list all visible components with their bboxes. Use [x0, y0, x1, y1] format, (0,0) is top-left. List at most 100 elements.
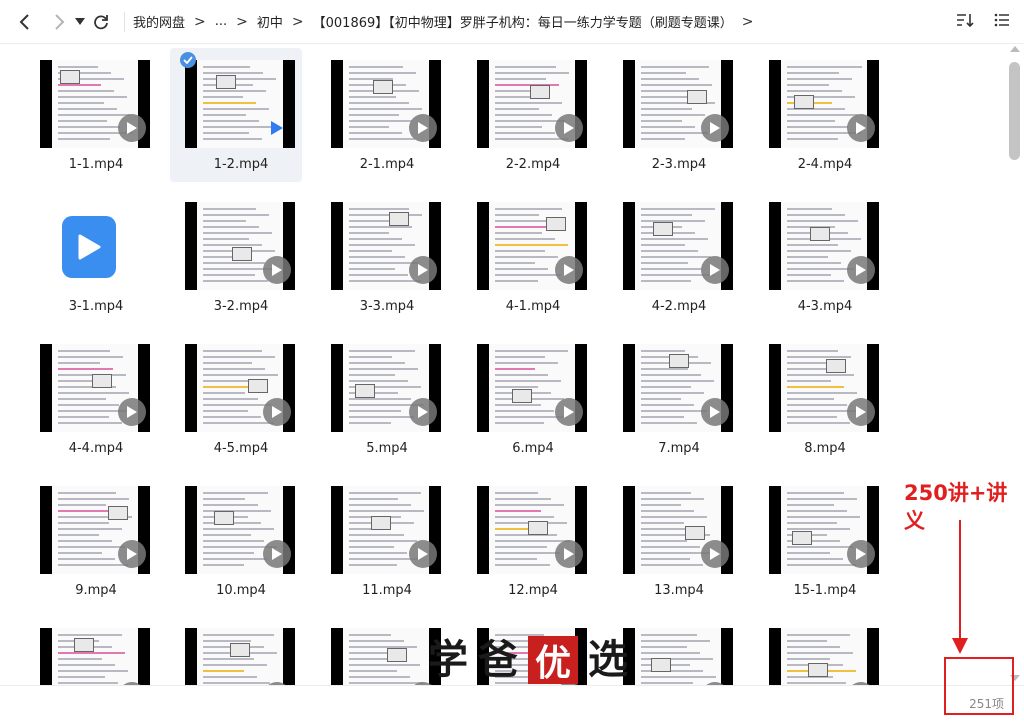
video-thumbnail: [769, 202, 879, 290]
file-tile[interactable]: 9.mp4: [25, 474, 157, 608]
video-thumbnail: [185, 202, 295, 290]
selected-check-icon[interactable]: [180, 52, 196, 68]
history-dropdown-button[interactable]: [72, 7, 88, 37]
play-button[interactable]: [555, 256, 583, 284]
video-thumbnail: [623, 344, 733, 432]
file-tile[interactable]: 13.mp4: [608, 474, 740, 608]
file-tile[interactable]: 3-2.mp4: [170, 190, 302, 324]
breadcrumb-item-junior[interactable]: 初中: [257, 12, 283, 31]
play-button[interactable]: [263, 256, 291, 284]
play-button[interactable]: [555, 398, 583, 426]
thumbnail-frame: [52, 628, 138, 685]
file-tile[interactable]: [25, 616, 157, 685]
play-button[interactable]: [409, 114, 437, 142]
list-view-icon: [994, 13, 1009, 27]
play-button[interactable]: [409, 256, 437, 284]
file-name: 1-1.mp4: [68, 157, 124, 172]
play-button[interactable]: [263, 114, 291, 142]
caret-down-icon: [75, 17, 85, 25]
sort-button[interactable]: [956, 12, 974, 32]
play-icon: [564, 122, 574, 134]
breadcrumb-separator: >: [291, 13, 304, 30]
play-button[interactable]: [555, 540, 583, 568]
play-button[interactable]: [118, 540, 146, 568]
file-tile[interactable]: 4-2.mp4: [608, 190, 740, 324]
file-name: 3-1.mp4: [68, 299, 124, 314]
file-tile[interactable]: [170, 616, 302, 685]
vertical-scrollbar[interactable]: [1005, 44, 1024, 685]
video-thumbnail: [477, 60, 587, 148]
breadcrumb-item-root[interactable]: 我的网盘: [133, 12, 185, 31]
play-button[interactable]: [847, 256, 875, 284]
file-tile[interactable]: 4-4.mp4: [25, 332, 157, 466]
file-tile[interactable]: 10.mp4: [170, 474, 302, 608]
breadcrumb-separator: >: [236, 13, 248, 30]
play-button[interactable]: [701, 114, 729, 142]
video-thumbnail: [623, 628, 733, 685]
file-tile[interactable]: [754, 616, 886, 685]
breadcrumb-item-current[interactable]: 【001869】【初中物理】罗胖子机构：每日一练力学专题（刷题专题课）: [313, 12, 733, 31]
play-button[interactable]: [409, 398, 437, 426]
file-tile[interactable]: 8.mp4: [754, 332, 886, 466]
file-tile[interactable]: 1-2.mp4: [170, 48, 302, 182]
scrollbar-thumb[interactable]: [1009, 62, 1020, 160]
file-tile[interactable]: 2-2.mp4: [462, 48, 594, 182]
scroll-up-arrow-icon[interactable]: [1010, 46, 1020, 52]
play-button[interactable]: [118, 114, 146, 142]
file-name: 10.mp4: [216, 583, 266, 598]
video-thumbnail: [623, 60, 733, 148]
play-button[interactable]: [847, 540, 875, 568]
watermark-logo: 学 爸 优 选: [428, 636, 628, 684]
breadcrumb-separator: >: [741, 13, 754, 30]
play-button[interactable]: [701, 540, 729, 568]
refresh-icon: [94, 14, 108, 29]
file-tile[interactable]: 5.mp4: [316, 332, 448, 466]
breadcrumb-item-ellipsis[interactable]: ...: [215, 14, 227, 29]
play-button[interactable]: [555, 114, 583, 142]
file-tile[interactable]: 4-5.mp4: [170, 332, 302, 466]
play-button[interactable]: [263, 398, 291, 426]
play-button[interactable]: [701, 398, 729, 426]
video-thumbnail: [331, 628, 441, 685]
file-tile[interactable]: 4-1.mp4: [462, 190, 594, 324]
video-thumbnail: [331, 344, 441, 432]
play-button[interactable]: [263, 540, 291, 568]
file-tile[interactable]: 6.mp4: [462, 332, 594, 466]
file-tile[interactable]: 1-1.mp4: [25, 48, 157, 182]
file-name: 4-5.mp4: [213, 441, 269, 456]
file-tile[interactable]: 2-3.mp4: [608, 48, 740, 182]
play-button[interactable]: [847, 114, 875, 142]
file-tile[interactable]: 2-4.mp4: [754, 48, 886, 182]
file-name: 7.mp4: [658, 441, 700, 456]
file-name: 2-4.mp4: [797, 157, 853, 172]
play-button[interactable]: [118, 398, 146, 426]
play-icon: [418, 406, 428, 418]
file-tile[interactable]: 3-3.mp4: [316, 190, 448, 324]
file-name: 4-3.mp4: [797, 299, 853, 314]
refresh-button[interactable]: [88, 7, 114, 37]
video-thumbnail: [623, 486, 733, 574]
file-tile[interactable]: 2-1.mp4: [316, 48, 448, 182]
file-tile[interactable]: 4-3.mp4: [754, 190, 886, 324]
play-button[interactable]: [701, 256, 729, 284]
play-button[interactable]: [847, 398, 875, 426]
file-tile[interactable]: 15-1.mp4: [754, 474, 886, 608]
list-view-button[interactable]: [994, 12, 1010, 32]
watermark-seal: 优: [528, 636, 578, 684]
watermark-char: 学: [428, 636, 468, 683]
back-button[interactable]: [12, 7, 38, 37]
forward-button[interactable]: [46, 7, 72, 37]
file-tile[interactable]: 11.mp4: [316, 474, 448, 608]
play-button[interactable]: [409, 540, 437, 568]
file-tile[interactable]: 12.mp4: [462, 474, 594, 608]
file-tile[interactable]: 3-1.mp4: [25, 190, 157, 324]
play-icon: [564, 548, 574, 560]
video-thumbnail: [40, 60, 150, 148]
play-icon: [127, 122, 137, 134]
play-icon: [127, 406, 137, 418]
play-icon: [856, 264, 866, 276]
file-tile[interactable]: 7.mp4: [608, 332, 740, 466]
video-file-icon: [62, 216, 116, 278]
chevron-right-icon: [55, 13, 65, 30]
play-icon: [127, 548, 137, 560]
